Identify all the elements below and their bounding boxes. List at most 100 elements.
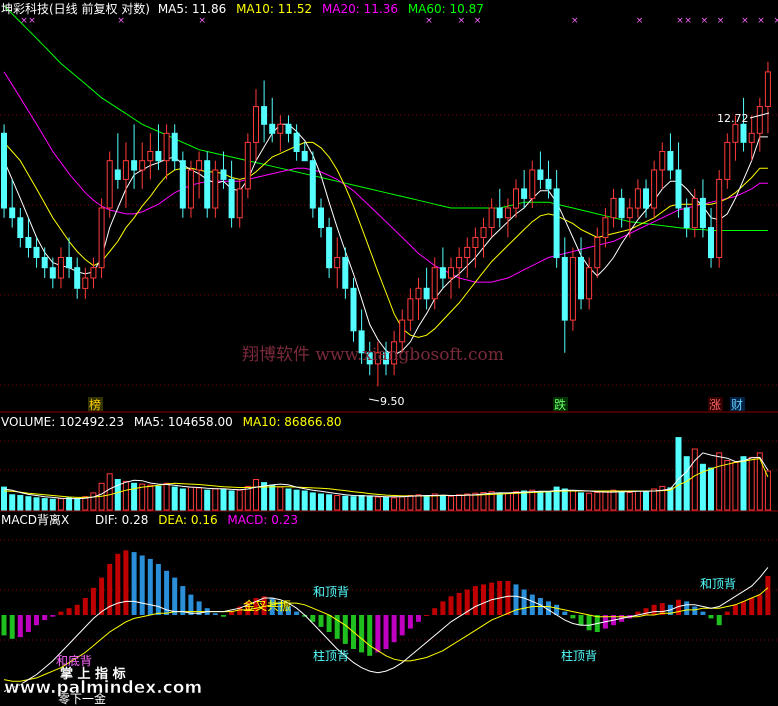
candle-body — [456, 257, 463, 269]
volume-bar — [212, 488, 219, 511]
signal-x-mark: × — [117, 16, 125, 26]
badge-cai[interactable]: 财 — [730, 397, 745, 412]
macd-histogram-bar — [700, 611, 706, 615]
candle-body — [488, 207, 495, 228]
candle-body — [415, 287, 422, 300]
macd-histogram-bar — [749, 598, 755, 615]
volume-bar — [90, 492, 97, 511]
volume-bar — [155, 485, 162, 511]
candle-body — [25, 237, 32, 248]
candle-body — [106, 160, 113, 209]
macd-histogram-bar — [448, 596, 454, 615]
watermark-site: www.palmindex.com — [4, 678, 202, 698]
candle-body — [155, 151, 162, 162]
volume-bar — [399, 496, 406, 511]
volume-bar — [277, 486, 284, 511]
macd-histogram-bar — [456, 592, 462, 615]
volume-bar — [122, 480, 129, 511]
volume-bar — [1, 486, 7, 511]
candle-body — [594, 237, 601, 269]
macd-histogram-bar — [221, 615, 226, 617]
candle-body — [496, 207, 503, 219]
volume-bar — [41, 498, 48, 511]
candle-body — [17, 217, 24, 239]
macd-histogram-bar — [139, 555, 145, 615]
candle-body — [318, 207, 324, 228]
candle-body — [228, 178, 235, 219]
volume-bar — [293, 489, 300, 511]
volume-bar — [196, 487, 203, 511]
macd-histogram-bar — [407, 615, 413, 629]
bottom-div-label: 和底背 — [56, 653, 92, 668]
candle-body — [691, 197, 698, 229]
volume-header: VOLUME: 102492.23 MA5: 104658.00 MA10: 8… — [1, 415, 342, 429]
stock-chart[interactable]: × × × × × × × × × × × × × × × × 翔博软件 www.xiangbosoft.co… — [0, 0, 778, 706]
volume-bar — [383, 496, 389, 511]
volume-bar — [643, 491, 649, 511]
candle-body — [545, 178, 552, 190]
macd-histogram-bar — [383, 615, 389, 649]
volume-bar — [33, 497, 40, 511]
candlestick — [98, 198, 105, 278]
candle-body — [220, 169, 227, 180]
macd-histogram-bar — [310, 615, 316, 622]
signal-x-mark: × — [28, 16, 36, 26]
top-div-label-3: 和顶背 — [313, 585, 349, 599]
volume-bar — [147, 484, 154, 511]
candle-body — [448, 267, 454, 279]
signal-x-mark: × — [458, 16, 466, 26]
signal-x-mark: × — [198, 16, 206, 26]
volume-ma5-readout: MA5: 104658.00 — [134, 415, 233, 429]
volume-bar — [683, 456, 690, 511]
macd-histogram-bar — [708, 615, 714, 619]
macd-histogram-bar — [172, 577, 178, 615]
volume-bar — [49, 498, 56, 511]
macd-histogram-bar — [58, 611, 64, 615]
signal-x-mark: × — [571, 16, 579, 26]
candle-body — [41, 257, 48, 269]
volume-bar — [496, 492, 503, 511]
volume-bar — [456, 494, 463, 511]
candle-body — [301, 151, 308, 162]
macd-histogram-bar — [521, 589, 527, 615]
volume-bar — [748, 456, 755, 511]
volume-bar — [285, 488, 292, 511]
volume-bar — [667, 487, 674, 511]
volume-bar — [236, 489, 243, 511]
macd-histogram-bar — [212, 613, 218, 615]
volume-bar — [228, 490, 235, 511]
volume-bar — [423, 495, 430, 511]
volume-bar — [244, 485, 251, 511]
badge-die-label: 跌 — [554, 397, 566, 412]
watermark-soft: 翔博软件 www.xiangbosoft.com — [242, 345, 504, 365]
volume-bar — [106, 473, 113, 511]
badge-zhang[interactable]: 涨 — [708, 397, 723, 412]
stock-title: 坤彩科技(日线 前复权 对数) — [1, 1, 150, 16]
volume-bar — [220, 488, 227, 511]
macd-histogram-bar — [147, 558, 153, 615]
macd-histogram-bar — [586, 615, 592, 631]
macd-histogram-bar — [578, 615, 584, 626]
badge-bang[interactable]: 榜 — [88, 397, 103, 412]
macd-histogram-bar — [529, 594, 535, 615]
volume-bar — [626, 492, 633, 511]
candlestick — [204, 151, 211, 218]
candle-body — [748, 132, 755, 143]
badge-die[interactable]: 跌 — [553, 397, 568, 412]
candle-body — [342, 257, 349, 289]
macd-histogram-bar — [757, 594, 763, 615]
volume-bar — [253, 479, 259, 511]
volume-bar — [57, 498, 64, 511]
volume-bar — [513, 491, 519, 511]
candlestick — [716, 170, 723, 268]
candlestick — [106, 151, 113, 218]
signal-x-mark: × — [636, 16, 644, 26]
dea-readout: DEA: 0.16 — [158, 513, 217, 527]
signal-x-mark: × — [474, 16, 482, 26]
volume-bar — [634, 490, 641, 511]
candle-body — [179, 160, 186, 209]
signal-x-mark: × — [757, 16, 765, 26]
badge-bang-label: 榜 — [89, 397, 101, 412]
volume-bar — [439, 495, 446, 511]
candle-body — [196, 160, 203, 171]
